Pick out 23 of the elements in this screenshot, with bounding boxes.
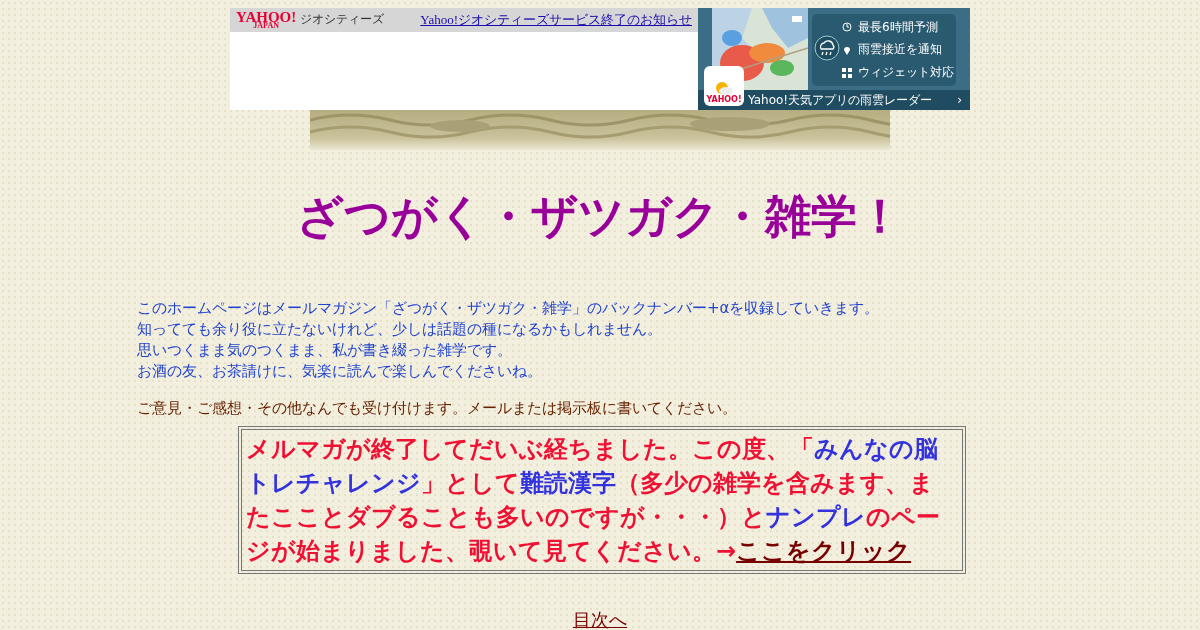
intro-line: お酒の友、お茶請けに、気楽に読んで楽しんでくださいね。 [137,361,543,382]
feature-label: ウィジェット対応 [842,64,956,82]
page-title: ざつがく・ザツガク・雑学！ [296,188,904,245]
feature-label: 最長6時間予測 [842,18,956,36]
notice-text: メルマガが終了してだいぶ経ちました。この度、「みんなの脳トレチャレンジ」として難読漢字（多少の雑学を含みます、またこことダブることも多いのですが・・・）と ナンプレのページが始まりました、覗いて見てください。→ここをクリック [246,435,940,565]
feature-label: 雨雲接近を通知 [842,41,956,59]
notice-link[interactable]: Yahoo!ジオシティーズサービス終了のお知らせ [420,11,692,29]
ad-banner[interactable]: 最長6時間予測 雨雲接近を通知 ウィジェット対応 YAHOO! Yahoo!天気アプリの雨雲レーダー › [698,8,970,110]
service-name: ジオシティーズ [300,11,385,29]
click-here-link[interactable]: ここをクリック [736,537,912,565]
clock-icon [842,22,852,33]
grid-icon [842,67,852,78]
sun-cloud-icon [715,81,733,95]
intro-line: 思いつくまま気のつくまま、私が書き綴った雑学です。 [137,340,513,361]
contents-link[interactable]: 目次へ [573,609,627,630]
app-label: YAHOO! [706,95,742,104]
chevron-icon: › [957,93,962,107]
ad-footer-text: Yahoo!天気アプリの雨雲レーダー [748,91,933,109]
rain-cloud-icon [814,35,840,61]
intro-line: 知ってても余り役に立たないけれど、少しは話題の種になるかもしれません。 [137,319,663,340]
feedback-text: ご意見・ご感想・その他なんでも受け付けます。メールまたは掲示板に書いてください。 [137,398,738,418]
pin-icon [842,45,852,55]
intro-line: このホームページはメールマガジン「ざつがく・ザツガク・雑学」のバックナンバー+αを収録していきます。 [137,298,881,319]
